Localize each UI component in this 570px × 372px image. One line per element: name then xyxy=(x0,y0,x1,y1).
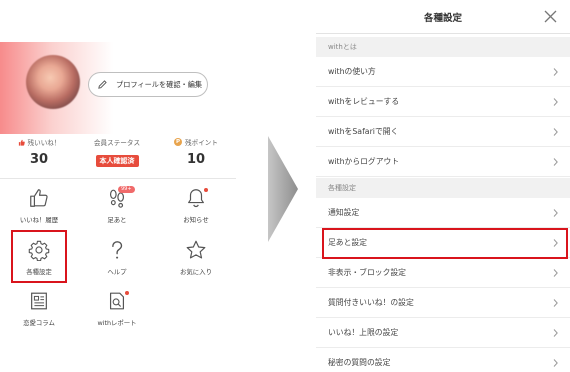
chevron-right-icon xyxy=(553,68,558,76)
row-label: 通知設定 xyxy=(328,208,360,217)
chevron-right-icon xyxy=(553,98,558,106)
pencil-icon xyxy=(98,80,107,89)
chevron-right-icon xyxy=(553,299,558,307)
menu-label: ヘルプ xyxy=(107,268,127,276)
question-mark-icon xyxy=(112,241,123,259)
menu-notifications[interactable]: お知らせ xyxy=(157,187,235,243)
newspaper-icon xyxy=(31,292,47,310)
p-coin-icon: P xyxy=(174,138,183,146)
edit-profile-button[interactable]: プロフィールを確認・編集 xyxy=(88,72,208,97)
menu-love-column[interactable]: 恋愛コラム xyxy=(0,290,78,346)
row-label: 質問付きいいね！の設定 xyxy=(328,298,414,307)
notification-dot xyxy=(204,188,208,192)
row-label: withの使い方 xyxy=(328,67,376,76)
row-label: いいね！上限の設定 xyxy=(328,328,399,337)
menu-help[interactable]: ヘルプ xyxy=(78,239,156,295)
menu-with-report[interactable]: withレポート xyxy=(78,290,156,346)
chevron-right-icon xyxy=(553,329,558,337)
my-page-panel: プロフィールを確認・編集 残いいね！ 30 会員ステータス 本人確認済 P 残ポ… xyxy=(0,0,236,372)
row-label: withをSafariで開く xyxy=(328,127,399,136)
row-label: 秘密の質問の設定 xyxy=(328,358,391,367)
footprints-setting-highlight-box xyxy=(322,228,568,259)
thumbs-up-outline-icon xyxy=(30,189,48,207)
chevron-right-icon xyxy=(553,209,558,217)
notification-dot xyxy=(125,291,129,295)
settings-row-secret-question[interactable]: 秘密の質問の設定 xyxy=(316,348,570,372)
menu-label: 足あと xyxy=(107,216,127,224)
stat-remaining-likes: 残いいね！ 30 xyxy=(0,136,78,167)
settings-row-how-to-use[interactable]: withの使い方 xyxy=(316,57,570,87)
section-header: withとは xyxy=(316,37,570,57)
stat-value: 30 xyxy=(29,152,49,167)
stat-label: 会員ステータス xyxy=(93,139,141,147)
settings-row-question-likes[interactable]: 質問付きいいね！の設定 xyxy=(316,288,570,318)
divider xyxy=(0,178,236,179)
settings-row-hide-block[interactable]: 非表示・ブロック設定 xyxy=(316,258,570,288)
settings-row-notifications[interactable]: 通知設定 xyxy=(316,198,570,228)
edit-profile-label: プロフィールを確認・編集 xyxy=(116,79,203,89)
chevron-right-icon xyxy=(553,128,558,136)
menu-label: お気に入り xyxy=(180,268,212,276)
verified-badge: 本人確認済 xyxy=(95,155,139,167)
thumbs-up-icon xyxy=(18,139,25,146)
avatar[interactable] xyxy=(26,55,80,109)
row-label: withをレビューする xyxy=(328,97,400,106)
menu-label: いいね！履歴 xyxy=(19,216,59,224)
menu-label: 恋愛コラム xyxy=(23,319,55,327)
chevron-right-icon xyxy=(553,359,558,367)
stat-value: 10 xyxy=(186,152,206,167)
settings-screen: 各種設定 withとは withの使い方 withをレビューする withをSa… xyxy=(316,0,570,372)
menu-favorites[interactable]: お気に入り xyxy=(157,239,235,295)
transition-arrow xyxy=(268,136,298,242)
stat-member-status: 会員ステータス 本人確認済 xyxy=(78,136,156,167)
settings-row-review[interactable]: withをレビューする xyxy=(316,87,570,117)
menu-footprints[interactable]: 99+ 足あと xyxy=(78,186,156,243)
stat-remaining-points: P 残ポイント 10 xyxy=(157,136,235,167)
chevron-right-icon xyxy=(553,269,558,277)
settings-row-logout[interactable]: withからログアウト xyxy=(316,147,570,177)
chevron-right-icon xyxy=(553,158,558,166)
settings-header: 各種設定 xyxy=(316,0,570,34)
section-header: 各種設定 xyxy=(316,178,570,198)
settings-row-open-safari[interactable]: withをSafariで開く xyxy=(316,117,570,147)
footprints-count-badge: 99+ xyxy=(118,186,135,193)
stats-row: 残いいね！ 30 会員ステータス 本人確認済 P 残ポイント 10 xyxy=(0,136,236,182)
settings-row-like-limit[interactable]: いいね！上限の設定 xyxy=(316,318,570,348)
row-label: 非表示・ブロック設定 xyxy=(328,268,406,277)
stat-label: 残ポイント xyxy=(185,139,218,147)
menu-label: お知らせ xyxy=(183,216,209,224)
star-icon xyxy=(186,240,206,259)
stat-label: 残いいね！ xyxy=(27,139,61,147)
settings-highlight-box xyxy=(11,230,67,283)
row-label: withからログアウト xyxy=(328,157,400,166)
close-icon[interactable] xyxy=(544,10,557,23)
page-title: 各種設定 xyxy=(423,12,462,24)
menu-label: withレポート xyxy=(97,319,137,327)
